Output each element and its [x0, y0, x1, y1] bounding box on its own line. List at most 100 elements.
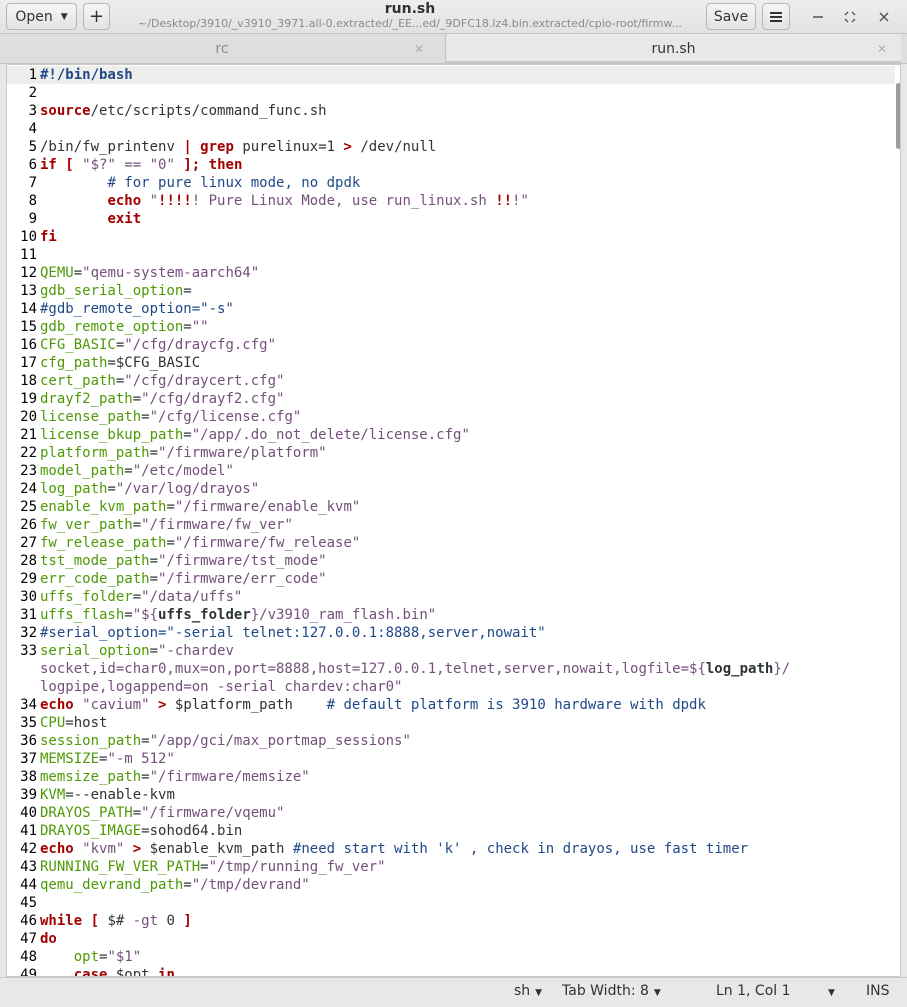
tab-label: run.sh [651, 40, 696, 57]
code-line[interactable]: model_path="/etc/model" [40, 462, 234, 480]
code-line[interactable]: fw_ver_path="/firmware/fw_ver" [40, 516, 293, 534]
code-line[interactable]: exit [40, 210, 141, 228]
code-token: logpipe,logappend=on -serial chardev:cha… [40, 679, 403, 695]
code-line[interactable]: session_path="/app/gci/max_portmap_sessi… [40, 732, 411, 750]
code-token: $platform_path [166, 697, 327, 713]
code-line[interactable]: source/etc/scripts/command_func.sh [40, 102, 327, 120]
code-line[interactable]: MEMSIZE="-m 512" [40, 750, 175, 768]
line-number: 29 [20, 571, 37, 587]
open-button[interactable]: Open ▼ [6, 3, 77, 30]
code-line[interactable]: serial_option="-chardev [40, 642, 234, 660]
code-token: MEMSIZE [40, 751, 100, 767]
new-tab-button[interactable]: + [83, 3, 110, 30]
code-line[interactable]: gdb_remote_option="" [40, 318, 209, 336]
code-token: "/cfg/draycert.cfg" [124, 373, 285, 389]
code-line[interactable]: opt="$1" [40, 948, 141, 966]
code-token: = [166, 535, 175, 551]
code-line[interactable]: qemu_devrand_path="/tmp/devrand" [40, 876, 310, 894]
code-line[interactable]: KVM=--enable-kvm [40, 786, 175, 804]
code-token: "/firmware/fw_release" [174, 535, 361, 551]
code-token: "qemu-system-aarch64" [82, 265, 260, 281]
code-token: $opt [107, 967, 159, 977]
code-token: [ [90, 913, 100, 929]
code-editor[interactable]: 1 #!/bin/bash 2 3 source/etc/scripts/command… [6, 64, 901, 977]
close-window-button[interactable] [874, 7, 894, 27]
code-line[interactable]: echo "cavium" > $platform_path # default… [40, 696, 706, 714]
save-button[interactable]: Save [706, 3, 756, 30]
code-token: }/v3910_ram_flash.bin" [250, 607, 437, 623]
code-line[interactable]: gdb_serial_option= [40, 282, 192, 300]
code-line[interactable]: #!/bin/bash [40, 66, 133, 84]
code-token: ! Pure Linux Mode, use run_linux.sh [191, 193, 496, 209]
code-line[interactable]: license_path="/cfg/license.cfg" [40, 408, 301, 426]
position-menu[interactable]: ▼ [823, 983, 835, 999]
code-line[interactable]: # for pure linux mode, no dpdk [40, 174, 360, 192]
code-token: = [132, 391, 142, 407]
code-line[interactable]: /bin/fw_printenv | grep purelinux=1 > /d… [40, 138, 436, 156]
minimize-button[interactable] [808, 7, 828, 27]
code-line[interactable]: #serial_option="-serial telnet:127.0.0.1… [40, 624, 546, 642]
line-number: 6 [28, 157, 37, 173]
code-token: = [141, 769, 150, 785]
line-number: 13 [20, 283, 37, 299]
tab-rc[interactable]: rc ✕ [6, 34, 438, 63]
code-line[interactable]: CFG_BASIC="/cfg/draycfg.cfg" [40, 336, 276, 354]
code-line[interactable]: CPU=host [40, 714, 107, 732]
code-line[interactable]: DRAYOS_IMAGE=sohod64.bin [40, 822, 242, 840]
code-line[interactable]: cert_path="/cfg/draycert.cfg" [40, 372, 284, 390]
code-token: 0 [158, 913, 184, 929]
close-tab-icon[interactable]: ✕ [877, 42, 887, 56]
code-line[interactable]: do [40, 930, 57, 948]
code-line[interactable]: fi [40, 228, 57, 246]
code-line[interactable]: echo "kvm" > $enable_kvm_path #need star… [40, 840, 748, 858]
code-token: "/cfg/drayf2.cfg" [141, 391, 285, 407]
code-token: echo [40, 841, 74, 857]
code-line[interactable]: memsize_path="/firmware/memsize" [40, 768, 310, 786]
code-line[interactable]: uffs_flash="${uffs_folder}/v3910_ram_fla… [40, 606, 436, 624]
code-line[interactable]: uffs_folder="/data/uffs" [40, 588, 242, 606]
code-line[interactable]: drayf2_path="/cfg/drayf2.cfg" [40, 390, 284, 408]
line-number: 3 [28, 103, 37, 119]
tab-width-selector[interactable]: Tab Width: 8 ▼ [562, 983, 661, 999]
code-line[interactable]: case $opt in [40, 966, 175, 977]
code-line[interactable]: if [ "$?" == "0" ]; then [40, 156, 242, 174]
code-line[interactable]: while [ $# -gt 0 ] [40, 912, 192, 930]
code-line[interactable]: socket,id=char0,mux=on,port=8888,host=12… [40, 660, 790, 678]
code-line[interactable]: enable_kvm_path="/firmware/enable_kvm" [40, 498, 360, 516]
code-token: =--enable-kvm [65, 787, 175, 803]
code-line[interactable]: echo "!!!!! Pure Linux Mode, use run_lin… [40, 192, 528, 210]
code-token: in [158, 967, 175, 977]
vertical-scrollbar[interactable] [896, 65, 900, 976]
code-token: "/etc/model" [132, 463, 234, 479]
maximize-button[interactable] [840, 7, 860, 27]
tab-bar: rc ✕ run.sh ✕ [0, 34, 907, 64]
scrollbar-thumb[interactable] [896, 83, 900, 149]
code-line[interactable]: RUNNING_FW_VER_PATH="/tmp/running_fw_ver… [40, 858, 386, 876]
code-line[interactable]: log_path="/var/log/drayos" [40, 480, 259, 498]
code-line[interactable]: #gdb_remote_option="-s" [40, 300, 234, 318]
line-number: 12 [20, 265, 37, 281]
code-line[interactable]: err_code_path="/firmware/err_code" [40, 570, 327, 588]
tab-run-sh[interactable]: run.sh ✕ [445, 34, 901, 63]
code-line[interactable]: tst_mode_path="/firmware/tst_mode" [40, 552, 327, 570]
code-line[interactable]: DRAYOS_PATH="/firmware/vqemu" [40, 804, 284, 822]
code-line[interactable]: logpipe,logappend=on -serial chardev:cha… [40, 678, 402, 696]
close-tab-icon[interactable]: ✕ [414, 42, 424, 56]
code-token: > [132, 841, 142, 857]
code-token: QEMU [40, 265, 74, 281]
code-token: # default platform is 3910 hardware with… [326, 697, 706, 713]
language-selector[interactable]: sh ▼ [514, 983, 542, 999]
code-line[interactable]: fw_release_path="/firmware/fw_release" [40, 534, 360, 552]
menu-button[interactable] [762, 3, 790, 30]
code-line[interactable]: platform_path="/firmware/platform" [40, 444, 327, 462]
line-number: 4 [28, 121, 37, 137]
code-token: = [132, 805, 142, 821]
status-bar: sh ▼ Tab Width: 8 ▼ Ln 1, Col 1 ▼ INS [0, 977, 907, 1007]
code-line[interactable]: cfg_path=$CFG_BASIC [40, 354, 200, 372]
code-line[interactable]: license_bkup_path="/app/.do_not_delete/l… [40, 426, 470, 444]
line-number: 2 [28, 85, 37, 101]
line-number: 8 [28, 193, 37, 209]
code-line[interactable]: QEMU="qemu-system-aarch64" [40, 264, 259, 282]
